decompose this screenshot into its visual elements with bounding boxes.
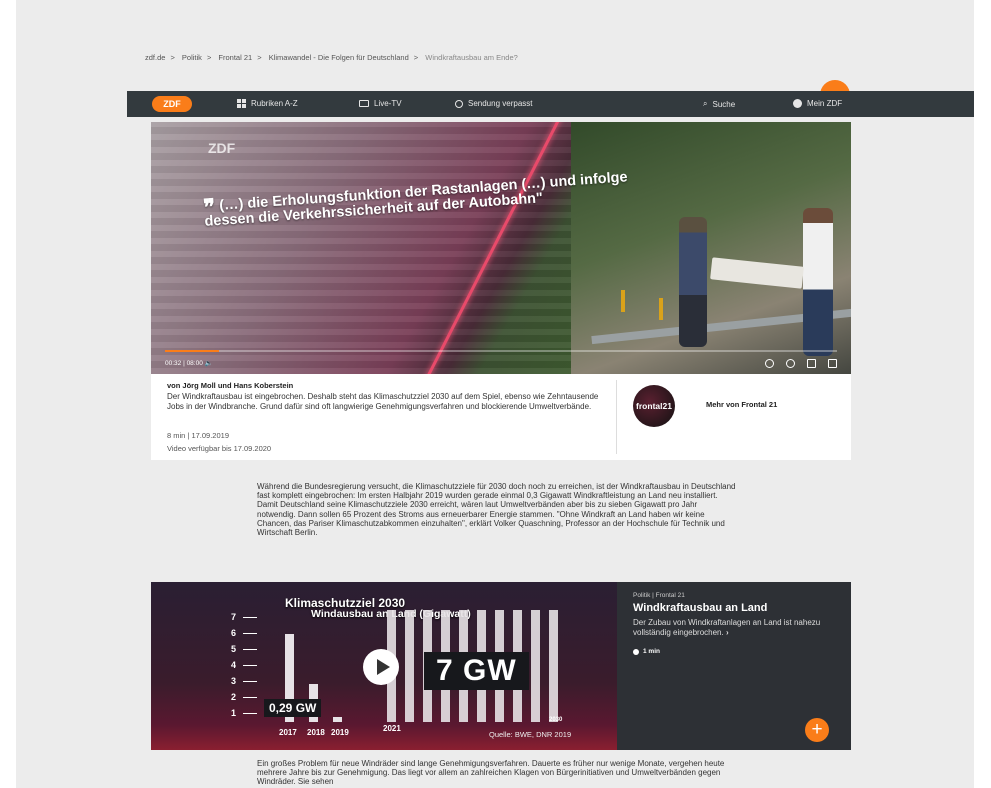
fullscreen-icon[interactable] — [828, 359, 837, 368]
subtitles-icon[interactable] — [807, 359, 816, 368]
y-tick: 3 — [231, 676, 258, 686]
y-tick: 1 — [231, 708, 258, 718]
y-tick: 6 — [231, 628, 258, 638]
chevron-right-icon[interactable]: › — [726, 628, 729, 637]
breadcrumb-separator: > — [257, 53, 262, 62]
breadcrumb-separator: > — [413, 53, 419, 62]
info-icon[interactable] — [765, 359, 774, 368]
nav-rubriken[interactable]: Rubriken A-Z — [237, 99, 298, 108]
breadcrumb-separator: > — [206, 53, 212, 62]
breadcrumb-home[interactable]: zdf.de — [145, 53, 165, 62]
teaser-card[interactable]: Klimaschutzziel 2030 Windausbau an Land … — [151, 582, 851, 750]
y-tick: 2 — [231, 692, 258, 702]
chart-bar — [333, 717, 342, 722]
breadcrumb: zdf.de > Politik > Frontal 21 > Klimawandel… — [145, 53, 523, 62]
video-progress-fill — [165, 350, 219, 352]
nav-search[interactable]: ⌕ Suche — [703, 99, 735, 109]
card-details: Politik | Frontal 21 Windkraftausbau an … — [617, 582, 851, 750]
x-label: 2021 — [383, 724, 401, 733]
person-figure — [679, 217, 707, 347]
play-button[interactable] — [363, 649, 399, 685]
breadcrumb-frontal21[interactable]: Frontal 21 — [218, 53, 252, 62]
clock-icon — [455, 99, 463, 108]
more-from-frontal21-link[interactable]: Mehr von Frontal 21 — [706, 400, 777, 409]
roadside-post — [659, 298, 663, 320]
nav-missed-label: Sendung verpasst — [468, 99, 533, 108]
y-tick: 5 — [231, 644, 258, 654]
card-title[interactable]: Windkraftausbau an Land — [633, 602, 767, 614]
video-meta: 8 min | 17.09.2019 — [167, 431, 229, 440]
settings-icon[interactable] — [786, 359, 795, 368]
breadcrumb-klimawandel[interactable]: Klimawandel - Die Folgen für Deutschland — [269, 53, 409, 62]
breadcrumb-current: Windkraftausbau am Ende? — [425, 53, 518, 62]
tv-icon — [359, 100, 369, 107]
y-tick: 7 — [231, 612, 258, 622]
grid-icon — [237, 99, 246, 108]
nav-search-label: Suche — [712, 99, 736, 109]
x-label: 2030 — [549, 717, 563, 723]
breadcrumb-politik[interactable]: Politik — [182, 53, 202, 62]
nav-live-tv[interactable]: Live-TV — [359, 99, 402, 108]
card-duration: 1 min — [633, 648, 660, 655]
zdf-logo[interactable]: ZDF — [152, 96, 192, 112]
volume-icon[interactable]: 🔈 — [205, 360, 213, 367]
person-figure — [803, 208, 833, 356]
card-kicker: Politik | Frontal 21 — [633, 592, 685, 599]
video-progress-bar[interactable] — [165, 350, 837, 352]
chart-bar — [549, 610, 558, 722]
chart-bar — [531, 610, 540, 722]
card-thumbnail[interactable]: Klimaschutzziel 2030 Windausbau an Land … — [151, 582, 617, 750]
video-player[interactable]: ZDF ❞ (…) die Erholungsfunktion der Rasta… — [151, 122, 851, 374]
frontal21-logo[interactable]: frontal21 — [633, 385, 675, 427]
authors: von Jörg Moll und Hans Koberstein — [167, 381, 294, 390]
video-time-text: 00:32 | 08:00 — [165, 360, 203, 367]
play-dot-icon — [633, 648, 639, 655]
teaser-text: Der Windkraftausbau ist eingebrochen. De… — [167, 392, 599, 411]
zdf-watermark: ZDF — [208, 140, 236, 156]
divider — [616, 380, 617, 454]
video-controls — [765, 359, 837, 368]
add-to-list-button[interactable]: + — [805, 718, 829, 742]
chart-bar — [405, 610, 414, 722]
y-tick: 4 — [231, 660, 258, 670]
nav-rubriken-label: Rubriken A-Z — [251, 99, 298, 108]
roadside-post — [621, 290, 625, 312]
user-icon — [793, 99, 802, 108]
top-navbar: ZDF Rubriken A-Z Live-TV Sendung verpass… — [127, 91, 974, 117]
breadcrumb-separator: > — [170, 53, 175, 62]
nav-account-label: Mein ZDF — [807, 99, 843, 108]
data-label-2030: 7 GW — [424, 652, 529, 690]
nav-sendung-verpasst[interactable]: Sendung verpasst — [455, 99, 533, 108]
nav-mein-zdf[interactable]: Mein ZDF — [793, 99, 842, 108]
x-label: 2018 — [307, 728, 325, 737]
video-info-panel: von Jörg Moll und Hans Koberstein Der Wi… — [151, 374, 851, 460]
x-label: 2019 — [331, 728, 349, 737]
x-label: 2017 — [279, 728, 297, 737]
article-paragraph: Während die Bundesregierung versucht, di… — [257, 482, 736, 538]
search-icon: ⌕ — [703, 99, 708, 108]
nav-live-label: Live-TV — [374, 99, 402, 108]
chart-source: Quelle: BWE, DNR 2019 — [489, 730, 572, 739]
article-paragraph-2: Ein großes Problem für neue Windräder si… — [257, 759, 725, 787]
video-time: 00:32 | 08:00 🔈 — [165, 359, 213, 367]
card-duration-text: 1 min — [643, 648, 660, 655]
data-label-2019: 0,29 GW — [264, 699, 322, 717]
card-description: Der Zubau von Windkraftanlagen an Land i… — [633, 618, 843, 638]
availability: Video verfügbar bis 17.09.2020 — [167, 444, 272, 453]
